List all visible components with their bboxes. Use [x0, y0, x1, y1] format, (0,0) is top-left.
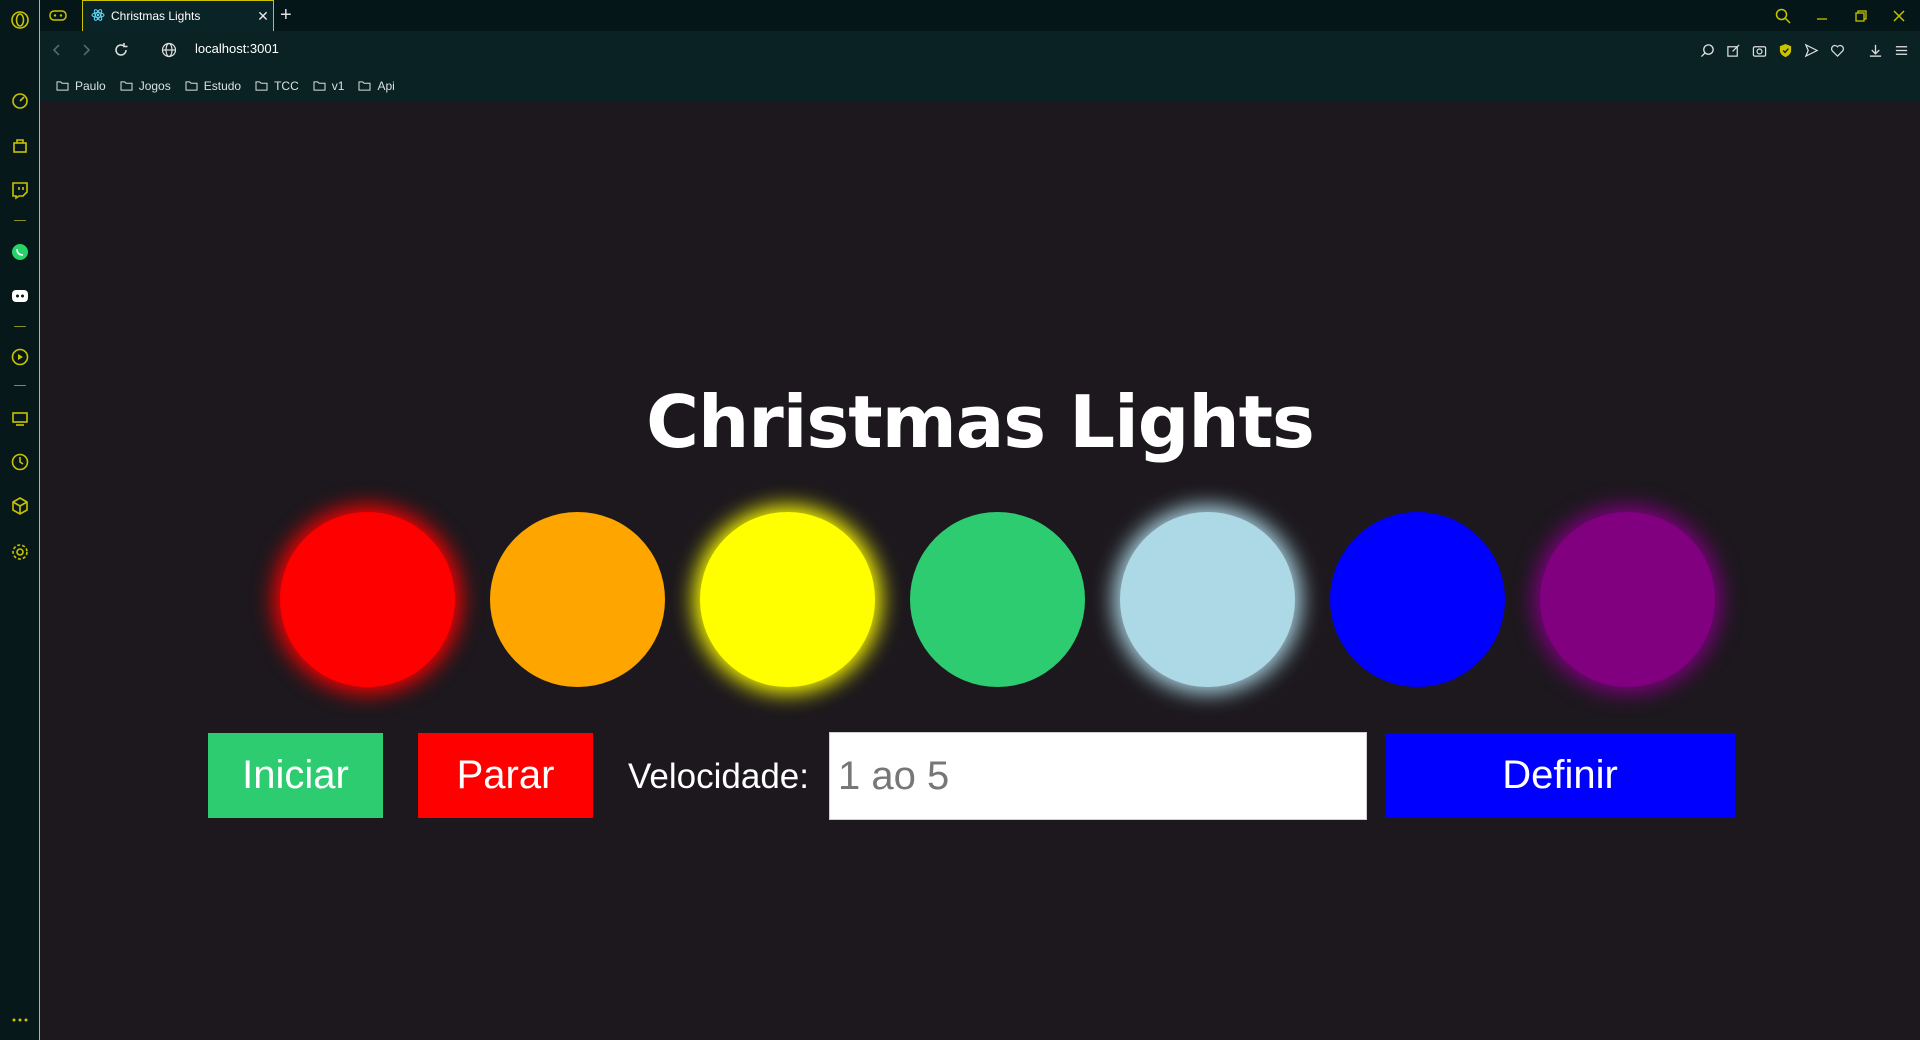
bookmark-folder-jogos[interactable]: Jogos	[120, 79, 171, 93]
page-title: Christmas Lights	[646, 380, 1315, 464]
bookmark-folder-v1[interactable]: v1	[313, 79, 344, 93]
folder-icon	[358, 81, 371, 91]
light-blue	[1330, 512, 1505, 687]
folder-icon	[313, 81, 326, 91]
stop-button[interactable]: Parar	[418, 733, 593, 818]
opera-logo-icon[interactable]	[8, 8, 32, 32]
react-icon	[91, 8, 105, 25]
light-red	[280, 512, 455, 687]
easy-setup-menu-icon[interactable]	[1888, 39, 1914, 61]
bookmark-heart-icon[interactable]	[1824, 39, 1850, 61]
speed-input[interactable]	[829, 732, 1367, 820]
address-bar: localhost:3001	[40, 31, 1920, 69]
send-icon[interactable]	[1798, 39, 1824, 61]
extensions-icon[interactable]	[8, 494, 32, 518]
forward-icon[interactable]	[75, 39, 97, 61]
tab-strip: Christmas Lights ✕ +	[40, 0, 1920, 31]
tab-christmas-lights[interactable]: Christmas Lights ✕	[82, 0, 274, 31]
reload-icon[interactable]	[110, 39, 132, 61]
zoom-icon[interactable]	[1694, 39, 1720, 61]
edit-share-icon[interactable]	[1720, 39, 1746, 61]
bookmark-folder-estudo[interactable]: Estudo	[185, 79, 241, 93]
more-options-icon[interactable]	[8, 1008, 32, 1032]
new-tab-button[interactable]: +	[280, 4, 292, 27]
folder-icon	[120, 81, 133, 91]
tab-title: Christmas Lights	[111, 9, 201, 23]
bookmarks-bar: Paulo Jogos Estudo TCC v1 Api	[40, 69, 1920, 102]
light-lightblue	[1120, 512, 1295, 687]
download-icon[interactable]	[1862, 39, 1888, 61]
adblock-shield-icon[interactable]	[1772, 39, 1798, 61]
player-icon[interactable]	[8, 345, 32, 369]
whatsapp-icon[interactable]	[8, 240, 32, 264]
browser-sidebar	[0, 0, 40, 1040]
light-green	[910, 512, 1085, 687]
folder-icon	[185, 81, 198, 91]
start-button[interactable]: Iniciar	[208, 733, 383, 818]
site-info-globe-icon[interactable]	[158, 39, 180, 61]
folder-icon	[56, 81, 69, 91]
tab-close-icon[interactable]: ✕	[253, 8, 273, 25]
bookmark-folder-tcc[interactable]: TCC	[255, 79, 299, 93]
search-tabs-icon[interactable]	[1766, 0, 1800, 31]
gx-corner-icon[interactable]	[8, 133, 32, 157]
page-content: Christmas Lights Iniciar Parar Velocidad…	[40, 102, 1920, 1040]
url-field[interactable]: localhost:3001	[195, 41, 279, 56]
gx-control-icon[interactable]	[8, 88, 32, 112]
light-orange	[490, 512, 665, 687]
settings-gear-icon[interactable]	[8, 540, 32, 564]
minimize-icon[interactable]	[1805, 0, 1839, 31]
gamepad-icon[interactable]	[48, 6, 68, 24]
bookmark-folder-paulo[interactable]: Paulo	[56, 79, 106, 93]
bookmark-folder-api[interactable]: Api	[358, 79, 395, 93]
history-icon[interactable]	[8, 450, 32, 474]
close-window-icon[interactable]	[1882, 0, 1916, 31]
twitch-icon[interactable]	[8, 178, 32, 202]
light-yellow	[700, 512, 875, 687]
restore-icon[interactable]	[1844, 0, 1878, 31]
folder-icon	[255, 81, 268, 91]
discord-icon[interactable]	[8, 284, 32, 308]
light-purple	[1540, 512, 1715, 687]
snapshot-camera-icon[interactable]	[1746, 39, 1772, 61]
address-bar-actions	[1694, 39, 1914, 61]
tabs-icon[interactable]	[8, 406, 32, 430]
set-speed-button[interactable]: Definir	[1385, 733, 1735, 818]
back-icon[interactable]	[46, 39, 68, 61]
speed-label: Velocidade:	[628, 757, 809, 796]
